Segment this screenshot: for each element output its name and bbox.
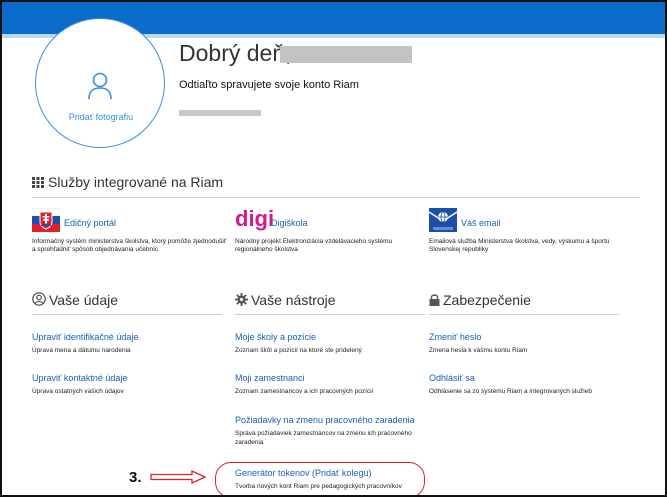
list-item: Požiadavky na zmenu pracovného zaradenia… <box>235 415 435 447</box>
email-globe-icon <box>429 208 457 232</box>
flag-emblem-icon <box>32 208 60 232</box>
change-password-link[interactable]: Zmeniť heslo <box>429 332 629 342</box>
item-desc: Zoznam zamestnancov a ich pracovných poz… <box>235 388 374 395</box>
service-desc: Informačný systém ministerstva školstva,… <box>32 238 227 253</box>
position-change-requests-link[interactable]: Požiadavky na zmenu pracovného zaradenia <box>235 415 435 425</box>
list-item: Moje školy a pozície Zoznam škôl a pozíc… <box>235 332 435 355</box>
security-heading-text: Zabezpečenie <box>443 292 531 308</box>
item-desc: Úprava ostatných vašich údajov <box>32 388 124 395</box>
list-item: Moji zamestnanci Zoznam zamestnancov a i… <box>235 373 435 396</box>
arrow-right-icon <box>150 470 206 484</box>
add-photo-label: Pridať fotografiu <box>68 112 134 122</box>
service-desc: Národný projekt Elektronizácia vzdelávac… <box>235 238 393 253</box>
your-data-divider <box>32 314 222 315</box>
your-tools-heading-text: Vaše nástroje <box>251 292 336 308</box>
service-title[interactable]: Edičný portál <box>64 218 116 228</box>
list-item: Upraviť identifikačné údaje Úprava mena … <box>32 332 232 355</box>
grid-icon <box>32 177 44 188</box>
services-divider <box>32 197 640 198</box>
page-frame: Pridať fotografiu Dobrý deň, Odtiaľto sp… <box>0 0 667 497</box>
account-subtitle: Odtiaľto spravujete svoje konto Riam <box>179 79 359 91</box>
service-desc: Emailová služba Ministerstva školstva, v… <box>429 238 610 253</box>
security-divider <box>429 314 619 315</box>
security-heading: Zabezpečenie <box>429 292 531 308</box>
service-title[interactable]: Digiškola <box>271 218 308 228</box>
list-item: Zmeniť heslo Zmena hesla k vášmu kontu R… <box>429 332 629 355</box>
item-desc: Úprava mena a dátumu narodenia <box>32 347 131 354</box>
your-tools-heading: Vaše nástroje <box>235 292 336 308</box>
my-employees-link[interactable]: Moji zamestnanci <box>235 373 435 383</box>
your-tools-divider <box>235 314 425 315</box>
item-desc: Správa požiadaviek zamestnancov na zmenu… <box>235 430 412 446</box>
edit-contact-link[interactable]: Upraviť kontaktné údaje <box>32 373 232 383</box>
service-title[interactable]: Váš email <box>461 218 501 228</box>
my-schools-link[interactable]: Moje školy a pozície <box>235 332 435 342</box>
gear-icon <box>235 293 248 306</box>
list-item: Upraviť kontaktné údaje Úprava ostatných… <box>32 373 232 396</box>
person-icon <box>88 72 112 100</box>
your-data-heading: Vaše údaje <box>32 292 118 308</box>
add-photo-button[interactable]: Pridať fotografiu <box>35 18 165 148</box>
lock-icon <box>429 294 440 306</box>
annotation-number: 3. <box>129 469 142 486</box>
item-desc: Zoznam škôl a pozícií na ktoré ste pride… <box>235 347 362 354</box>
your-data-heading-text: Vaše údaje <box>49 292 119 308</box>
list-item: Odhlásiť sa Odhlásenie sa zo systému Ria… <box>429 373 629 396</box>
redacted-email <box>179 110 261 116</box>
item-desc: Odhlásenie sa zo systému Riam a integrov… <box>429 388 592 395</box>
edit-identity-link[interactable]: Upraviť identifikačné údaje <box>32 332 232 342</box>
redacted-name <box>280 46 412 63</box>
services-heading: Služby integrované na Riam <box>32 174 223 190</box>
user-circle-icon <box>32 292 46 306</box>
services-heading-text: Služby integrované na Riam <box>48 174 224 190</box>
highlight-oval <box>215 462 425 495</box>
greeting-heading: Dobrý deň, <box>179 40 292 66</box>
digi-logo: digi <box>235 206 275 231</box>
sign-out-link[interactable]: Odhlásiť sa <box>429 373 629 383</box>
item-desc: Zmena hesla k vášmu kontu Riam <box>429 347 528 354</box>
